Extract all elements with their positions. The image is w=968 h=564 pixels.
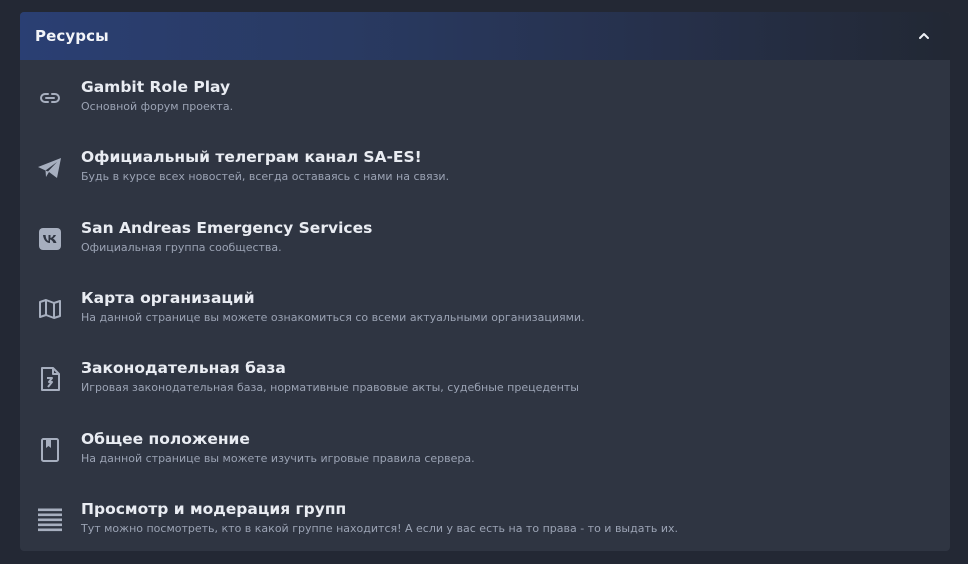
collapse-button[interactable] — [914, 26, 934, 46]
item-title: Законодательная база — [81, 359, 286, 377]
list-item[interactable]: San Andreas Emergency Services Официальн… — [20, 218, 950, 278]
item-title: Gambit Role Play — [81, 78, 231, 96]
chevron-up-icon — [919, 33, 929, 39]
item-title: Просмотр и модерация групп — [81, 500, 347, 518]
map-icon — [37, 296, 63, 322]
item-description: На данной странице вы можете ознакомитьс… — [81, 311, 585, 324]
item-description: Официальная группа сообщества. — [81, 241, 282, 254]
item-title: Общее положение — [81, 430, 250, 448]
link-icon — [37, 85, 63, 111]
panel-title: Ресурсы — [35, 27, 109, 45]
list-icon — [37, 507, 63, 533]
list-item[interactable]: Официальный телеграм канал SA-ES! Будь в… — [20, 147, 950, 207]
item-description: Основной форум проекта. — [81, 100, 234, 113]
item-title: Официальный телеграм канал SA-ES! — [81, 148, 422, 166]
list-item[interactable]: Карта организаций На данной странице вы … — [20, 288, 950, 348]
vk-icon — [37, 226, 63, 252]
item-title: Карта организаций — [81, 289, 255, 307]
list-item[interactable]: Gambit Role Play Основной форум проекта. — [20, 77, 950, 137]
item-title: San Andreas Emergency Services — [81, 219, 373, 237]
item-description: Тут можно посмотреть, кто в какой группе… — [81, 522, 679, 535]
item-description: На данной странице вы можете изучить игр… — [81, 452, 475, 465]
list-item[interactable]: Общее положение На данной странице вы мо… — [20, 429, 950, 489]
telegram-icon — [37, 155, 63, 181]
item-description: Игровая законодательная база, нормативны… — [81, 381, 579, 394]
document-icon — [37, 366, 63, 392]
list-item[interactable]: Законодательная база Игровая законодател… — [20, 358, 950, 418]
list-item[interactable]: Просмотр и модерация групп Тут можно пос… — [20, 499, 950, 551]
book-icon — [37, 437, 63, 463]
panel-header[interactable]: Ресурсы — [20, 12, 950, 60]
item-description: Будь в курсе всех новостей, всегда остав… — [81, 170, 450, 183]
resources-panel: Ресурсы Gambit Role Play Основной форум … — [20, 12, 950, 551]
